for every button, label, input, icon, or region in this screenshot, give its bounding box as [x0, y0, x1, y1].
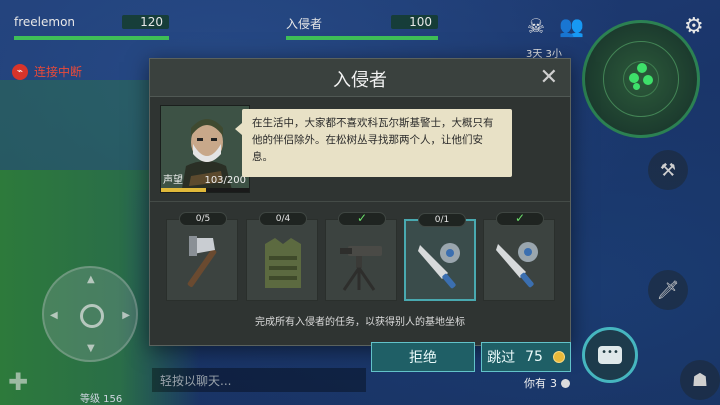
invader-dialog: 入侵者 ✕ 声望 103/200 在生活中，大家都不喜欢科瓦尔斯基警士，大概只有… [149, 58, 571, 346]
minimap-marker [633, 83, 640, 90]
minimap-marker [643, 75, 653, 85]
chat-button[interactable]: ••• [582, 327, 638, 383]
health-track [14, 36, 169, 40]
task-slot[interactable]: 0/4 [246, 212, 318, 301]
arrow-up-icon: ▲ [87, 274, 95, 285]
divider [150, 201, 570, 202]
arrow-down-icon: ▼ [87, 343, 95, 354]
skull-icon[interactable]: ☠ [527, 14, 545, 38]
close-icon[interactable]: ✕ [540, 65, 558, 90]
task-progress-badge: 0/5 [179, 212, 227, 226]
reputation-track [161, 188, 249, 192]
chat-bubble-icon: ••• [598, 346, 622, 364]
task-complete-badge: ✓ [496, 212, 544, 226]
player-health-bar: freelemon 120 [14, 12, 169, 42]
health-track [286, 36, 438, 40]
task-slot[interactable]: ✓ [325, 212, 397, 301]
craft-icon[interactable]: ⚒ [648, 150, 688, 190]
dialog-header: 入侵者 ✕ [150, 59, 570, 97]
sawblade-machete-icon [418, 243, 460, 289]
wifi-off-icon: ⌁ [12, 63, 28, 80]
enemy-health-bar: 入侵者 100 [286, 12, 438, 42]
reputation-value: 103/200 [204, 175, 246, 186]
turret-icon [340, 246, 382, 291]
reputation-label: 声望 [163, 175, 183, 186]
task-hint: 完成所有入侵者的任务，以获得别人的基地坐标 [255, 317, 465, 328]
skip-button[interactable]: 跳过 75 [481, 342, 571, 372]
player-name: freelemon [14, 15, 76, 29]
group-icon[interactable]: 👥 [559, 14, 584, 38]
minimap-marker [629, 73, 639, 83]
task-slot[interactable]: 0/5 [166, 212, 238, 301]
dialog-title: 入侵者 [333, 70, 387, 91]
health-fill [14, 36, 169, 40]
hatchet-icon [187, 236, 217, 287]
arrow-left-icon: ◀ [50, 310, 58, 321]
health-fill [286, 36, 438, 40]
sneak-icon[interactable]: ☗ [680, 360, 720, 400]
skip-cost: 75 [525, 349, 543, 365]
gear-icon[interactable]: ⚙ [684, 14, 704, 39]
coin-icon [552, 351, 565, 363]
vest-icon [265, 238, 301, 288]
task-complete-badge: ✓ [338, 212, 386, 226]
token-icon [561, 378, 570, 388]
top-icons: ☠ 👥 [527, 14, 584, 38]
movement-joystick[interactable]: ▲ ▼ ◀ ▶ [42, 266, 138, 362]
enemy-health-value: 100 [391, 15, 438, 29]
skip-label: 跳过 [487, 350, 516, 366]
currency-label: 你有 [524, 377, 546, 390]
connection-status: ⌁ 连接中断 [12, 63, 82, 80]
task-progress-badge: 0/1 [418, 213, 466, 227]
task-slot-selected[interactable]: 0/1 [404, 213, 476, 301]
sawblade-machete-icon [496, 242, 538, 288]
minimap[interactable] [582, 20, 700, 138]
player-level: 等级 156 [80, 394, 123, 405]
player-health-value: 120 [122, 15, 169, 29]
currency-value: 3 [550, 376, 557, 390]
task-slot[interactable]: ✓ [483, 212, 555, 301]
reputation-fill [161, 188, 207, 192]
enemy-name: 入侵者 [286, 17, 323, 31]
connection-label: 连接中断 [34, 65, 83, 79]
arrow-right-icon: ▶ [122, 310, 130, 321]
chat-input[interactable]: 轻按以聊天... [152, 368, 366, 392]
minimap-marker [637, 63, 647, 73]
plus-icon[interactable]: ✚ [8, 368, 28, 396]
npc-speech-bubble: 在生活中，大家都不喜欢科瓦尔斯基警士，大概只有他的伴侣除外。在松树丛寻找那两个人… [235, 109, 512, 177]
cleaver-icon[interactable]: 🗡 [648, 270, 688, 310]
npc-portrait: 声望 103/200 [160, 105, 250, 193]
task-progress-badge: 0/4 [259, 212, 307, 226]
currency-owned: 你有 3 [524, 375, 570, 391]
refuse-button[interactable]: 拒绝 [371, 342, 475, 372]
joystick-knob[interactable] [80, 304, 104, 328]
